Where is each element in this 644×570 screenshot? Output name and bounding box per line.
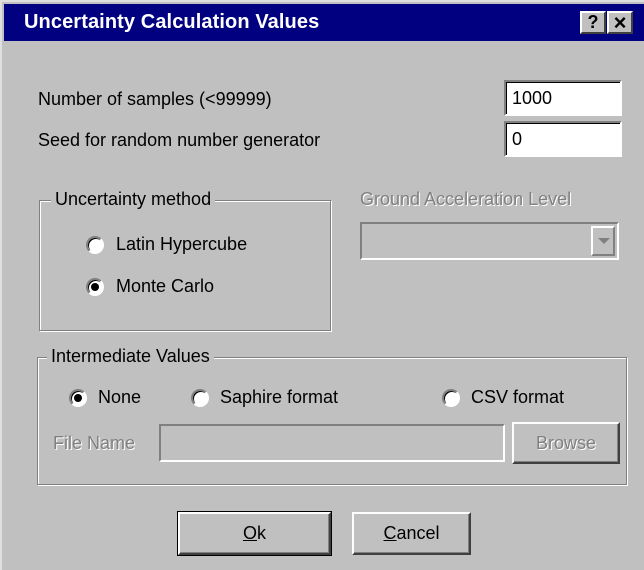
cancel-button[interactable]: Cancel <box>352 512 471 555</box>
seed-input[interactable] <box>506 123 620 155</box>
none-radio[interactable] <box>69 389 87 407</box>
title-bar[interactable]: Uncertainty Calculation Values ? × <box>4 4 644 41</box>
saphire-format-radio[interactable] <box>191 389 209 407</box>
intermediate-values-legend: Intermediate Values <box>47 346 214 367</box>
close-button[interactable]: × <box>607 11 633 34</box>
seed-label: Seed for random number generator <box>38 130 321 150</box>
monte-carlo-radio[interactable] <box>86 278 104 296</box>
ok-label: Ok <box>242 523 266 543</box>
browse-button[interactable]: Browse <box>512 422 620 464</box>
samples-field-frame <box>504 80 622 116</box>
samples-input[interactable] <box>506 82 620 114</box>
chevron-down-icon <box>598 238 610 244</box>
browse-label: Browse <box>535 433 597 453</box>
latin-hypercube-label[interactable]: Latin Hypercube <box>116 234 247 255</box>
none-label[interactable]: None <box>98 387 141 408</box>
window-title: Uncertainty Calculation Values <box>24 11 320 33</box>
intermediate-values-group <box>37 357 627 485</box>
radio-selected-dot <box>91 283 99 291</box>
file-name-label: File Name <box>53 433 136 453</box>
uncertainty-method-group <box>39 200 331 331</box>
ground-acceleration-combo[interactable] <box>360 222 619 260</box>
csv-format-label[interactable]: CSV format <box>471 387 564 408</box>
seed-field-frame <box>504 121 622 157</box>
ground-acceleration-label: Ground Acceleration Level <box>360 189 572 209</box>
help-button[interactable]: ? <box>580 11 606 34</box>
monte-carlo-label[interactable]: Monte Carlo <box>116 276 214 297</box>
file-name-input[interactable] <box>159 424 505 462</box>
radio-selected-dot <box>74 394 82 402</box>
ok-button[interactable]: Ok <box>177 511 332 556</box>
uncertainty-method-legend: Uncertainty method <box>51 189 216 210</box>
samples-label: Number of samples (<99999) <box>38 89 272 109</box>
csv-format-radio[interactable] <box>442 389 460 407</box>
uncertainty-dialog: Uncertainty Calculation Values ? × Numbe… <box>0 0 644 570</box>
saphire-format-label[interactable]: Saphire format <box>220 387 338 408</box>
close-icon: × <box>613 10 627 35</box>
help-icon: ? <box>587 12 599 32</box>
latin-hypercube-radio[interactable] <box>86 236 104 254</box>
cancel-label: Cancel <box>383 523 440 543</box>
ground-acceleration-dropdown-button[interactable] <box>591 226 615 256</box>
